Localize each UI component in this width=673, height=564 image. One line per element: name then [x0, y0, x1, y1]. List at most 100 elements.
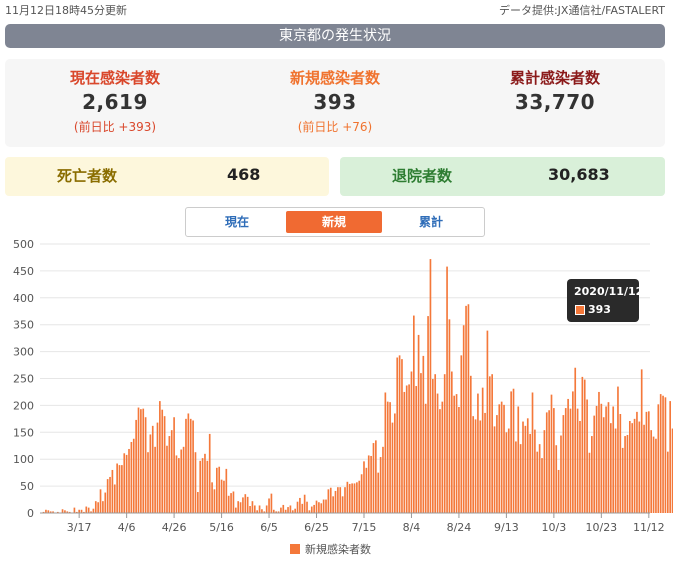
bar: [413, 315, 415, 513]
y-tick-label: 400: [13, 292, 34, 305]
bar: [296, 501, 299, 513]
bar: [109, 476, 111, 513]
bar: [598, 391, 600, 513]
x-tick-label: 8/24: [447, 521, 472, 534]
bar: [166, 445, 168, 513]
bar: [548, 410, 550, 513]
stat-total: 累計感染者数 33,770: [445, 59, 665, 114]
x-tick-label: 10/23: [585, 521, 617, 534]
deaths-label: 死亡者数: [57, 167, 118, 185]
bar: [612, 406, 615, 513]
bar: [465, 305, 467, 513]
recovered-box: 退院者数 30,683: [340, 157, 665, 196]
bar: [92, 508, 95, 513]
bar: [588, 452, 591, 513]
legend-label: 新規感染者数: [305, 543, 371, 556]
bar: [477, 393, 479, 513]
deaths-box: 死亡者数 468: [5, 157, 329, 196]
bar: [550, 394, 553, 513]
bar: [389, 402, 391, 513]
bar: [116, 463, 118, 513]
bar: [97, 502, 99, 513]
x-tick-label: 5/16: [209, 521, 234, 534]
x-tick-label: 7/15: [352, 521, 377, 534]
bar: [396, 357, 399, 513]
bar: [303, 494, 306, 513]
tab-current[interactable]: 現在: [189, 211, 285, 233]
bar: [429, 259, 432, 513]
bar: [130, 441, 133, 513]
chart-legend[interactable]: 新規感染者数: [290, 541, 371, 557]
bar: [325, 499, 327, 513]
stat-total-value: 33,770: [514, 90, 596, 114]
bar: [242, 497, 244, 513]
bar: [194, 452, 197, 513]
bar: [244, 494, 247, 513]
bar: [583, 379, 586, 513]
bar: [161, 409, 164, 513]
bar: [602, 417, 605, 513]
bar: [334, 490, 337, 513]
x-tick-label: 6/5: [260, 521, 278, 534]
bar: [431, 379, 434, 513]
bar: [121, 465, 123, 513]
y-tick-label: 150: [13, 426, 34, 439]
bar: [553, 408, 555, 513]
bar: [151, 425, 154, 513]
bar: [434, 374, 437, 513]
bar: [647, 411, 650, 513]
bar: [230, 493, 232, 513]
bar: [484, 412, 486, 513]
bar: [659, 394, 662, 513]
bar: [320, 503, 323, 513]
x-tick-label: 4/26: [162, 521, 187, 534]
bar: [137, 407, 140, 513]
bar: [479, 420, 482, 513]
x-tick-label: 6/25: [304, 521, 329, 534]
bar: [61, 509, 64, 513]
bar: [460, 355, 463, 513]
bar: [339, 487, 342, 513]
bar: [280, 507, 282, 513]
x-tick-label: 10/3: [542, 521, 567, 534]
tab-cumulative[interactable]: 累計: [383, 211, 479, 233]
bar: [149, 434, 152, 513]
bar: [664, 397, 667, 513]
bar: [595, 405, 598, 513]
bar: [403, 391, 406, 513]
bar: [398, 355, 401, 513]
bar: [168, 436, 171, 513]
bar: [415, 386, 418, 513]
bar: [251, 501, 254, 513]
bar: [624, 436, 626, 513]
bar: [455, 394, 458, 513]
bar: [178, 458, 180, 513]
bar: [173, 417, 175, 513]
bar: [246, 496, 249, 513]
bar: [436, 393, 439, 513]
y-tick-label: 450: [13, 265, 34, 278]
bar: [652, 436, 655, 513]
bar: [234, 507, 237, 513]
tab-new[interactable]: 新規: [286, 211, 382, 233]
bar: [310, 506, 313, 513]
bar: [265, 505, 268, 513]
bar: [640, 369, 643, 513]
bar: [170, 430, 173, 513]
chart-tooltip: 2020/11/12 393: [567, 279, 643, 322]
bar: [118, 465, 121, 513]
bar: [529, 433, 531, 513]
bar: [87, 507, 90, 513]
bar: [522, 421, 524, 513]
bar: [206, 460, 209, 513]
bar: [156, 422, 159, 513]
bar: [163, 416, 166, 513]
bar: [382, 446, 384, 513]
stats-panel: 現在感染者数 2,619 (前日比 +393) 新規感染者数 393 (前日比 …: [5, 59, 665, 147]
bar: [329, 487, 332, 513]
bar: [154, 446, 156, 513]
stat-new-label: 新規感染者数: [289, 69, 380, 87]
bar: [337, 487, 339, 513]
bar: [636, 411, 638, 513]
bar: [391, 422, 394, 513]
